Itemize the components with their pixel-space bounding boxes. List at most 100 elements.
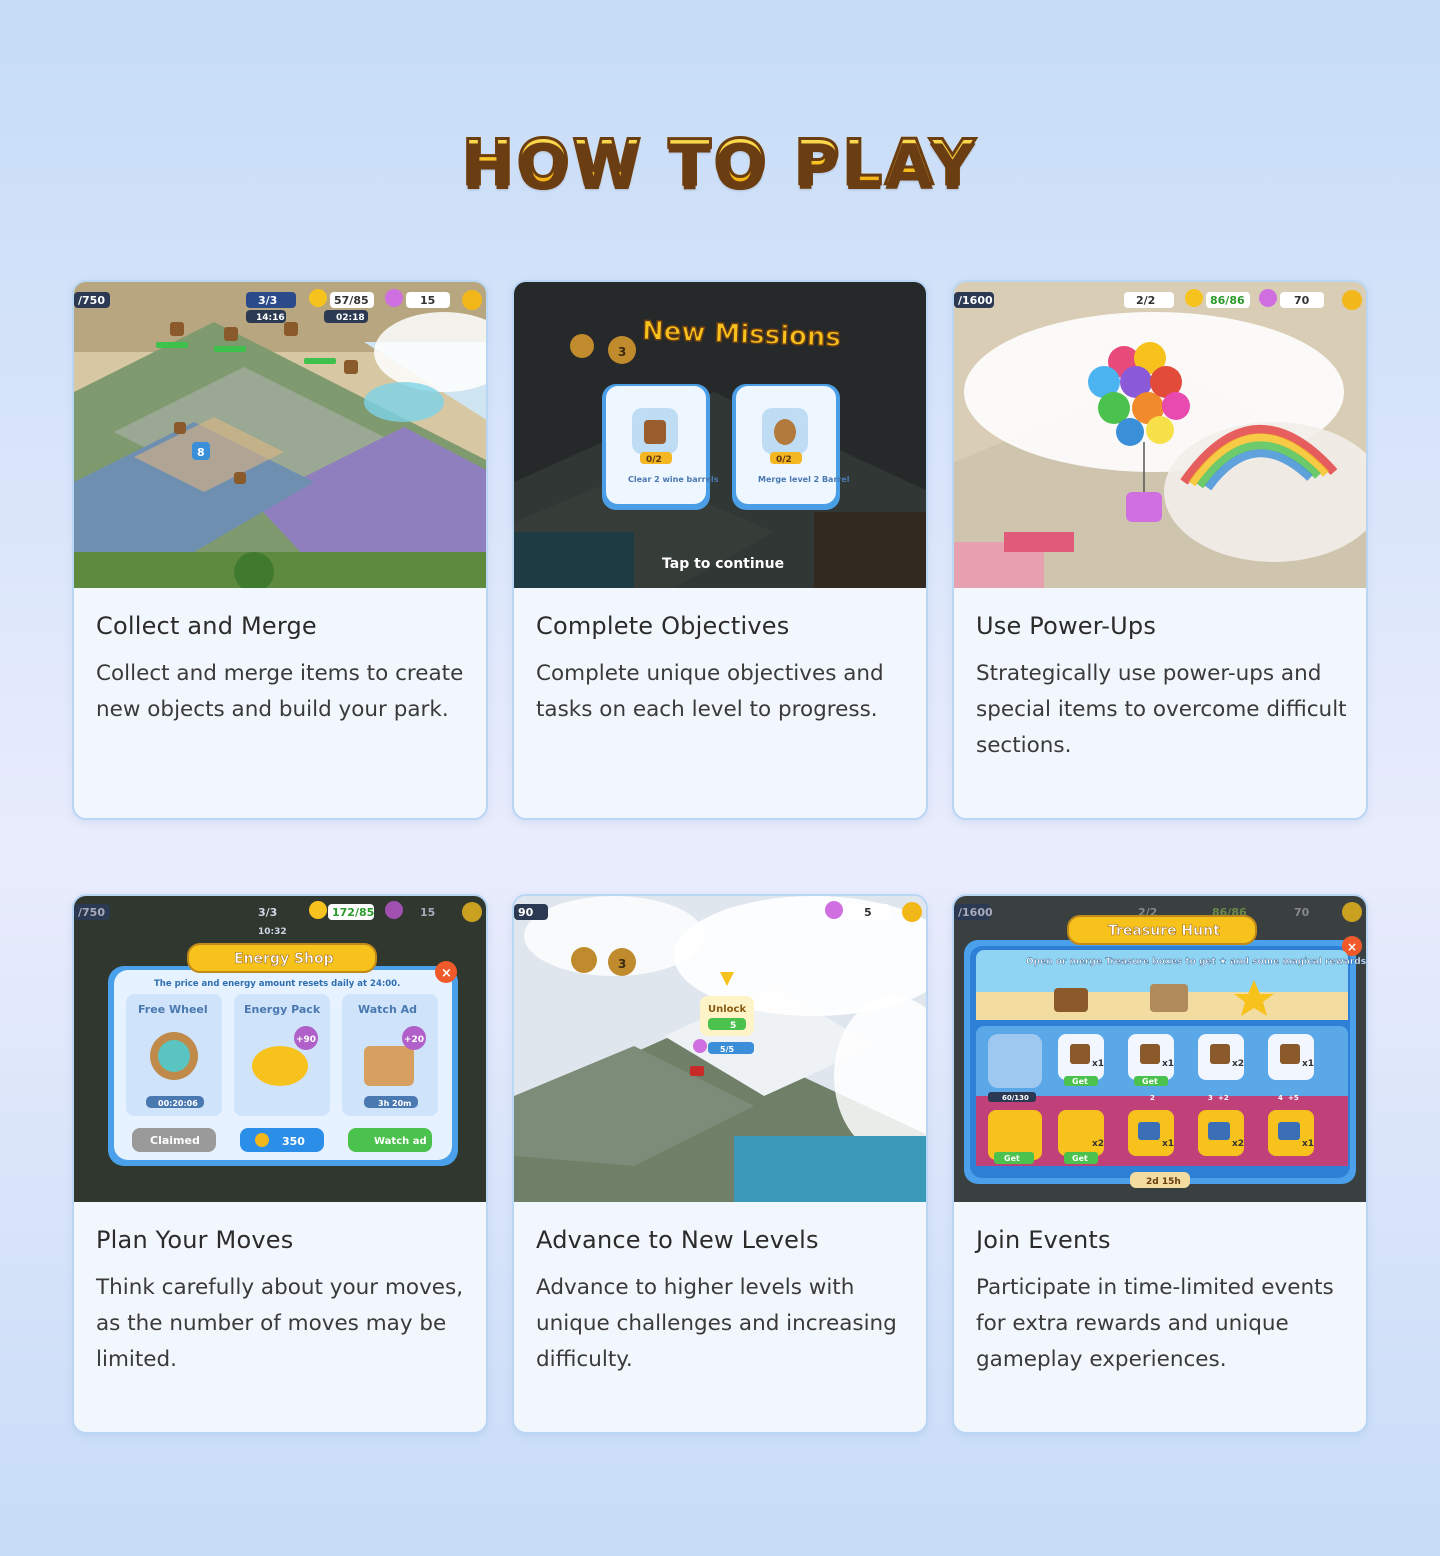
offer-bonus: +90 [296, 1035, 316, 1045]
hud-moves: 2/2 [1136, 294, 1155, 307]
card-advance-to-new-levels: 90 5 3 Unlock 5 5/5 Advance to New Level… [512, 894, 928, 1434]
card-description: Advance to higher levels with unique cha… [536, 1275, 897, 1372]
card-screenshot: 90 5 3 Unlock 5 5/5 [514, 896, 926, 1202]
card-title: Join Events [976, 1226, 1111, 1254]
event-banner-text: Open or merge Treasure boxes to get ★ an… [1026, 957, 1368, 967]
card-complete-objectives: 3 New Missions 0/2 Clear 2 wine barrels … [512, 280, 928, 820]
offer-timer: 3h 20m [378, 1099, 412, 1108]
get-button-label: Get [1072, 1077, 1088, 1086]
unlock-level-illustration: 90 5 3 Unlock 5 5/5 [514, 896, 926, 1202]
card-screenshot: /1600 2/2 86/86 70 Treasure Hunt × Open … [954, 896, 1368, 1202]
offer-free-wheel: Free Wheel 00:20:06 [126, 994, 222, 1116]
hud-left-counter: /1600 [958, 906, 993, 919]
missions-illustration: 3 New Missions 0/2 Clear 2 wine barrels … [514, 282, 926, 588]
unlock-cost: 5 [730, 1021, 736, 1031]
card-title: Complete Objectives [536, 612, 790, 640]
tier-number: 3 [1208, 1094, 1213, 1102]
card-collect-and-merge: /750 3/3 14:16 57/85 02:18 15 8 Collect … [72, 280, 488, 820]
card-title: Use Power-Ups [976, 612, 1157, 640]
svg-text:×: × [1347, 940, 1357, 954]
tap-to-continue[interactable]: Tap to continue [662, 556, 784, 572]
hud-left-counter: /750 [78, 294, 105, 307]
watch-ad-button-label: Watch ad [374, 1136, 427, 1147]
lock-badge: 3 [618, 345, 626, 359]
offer-watch-ad: Watch Ad +20 3h 20m [342, 994, 438, 1116]
panel-title: Treasure Hunt [1108, 923, 1220, 939]
energy-pack-icon [252, 1046, 308, 1086]
reward-qty: x1 [1302, 1139, 1314, 1149]
reward-qty: x1 [1302, 1059, 1314, 1069]
offer-name: Watch Ad [358, 1003, 417, 1016]
card-description: Think carefully about your moves, as the… [96, 1275, 464, 1372]
get-button-label: Get [1072, 1154, 1088, 1163]
energy-icon [1185, 289, 1203, 307]
claimed-button-label: Claimed [150, 1134, 200, 1147]
offer-energy-pack: Energy Pack +90 [234, 994, 330, 1116]
mission-label: Merge level 2 Barrel [758, 475, 850, 484]
card-use-power-ups: /1600 2/2 86/86 70 Use Power-Ups Strateg… [952, 280, 1368, 820]
free-ticket-icon [988, 1034, 1042, 1088]
gem-icon [385, 901, 403, 919]
gem-icon [385, 289, 403, 307]
shop-notice: The price and energy amount resets daily… [154, 979, 400, 989]
hud-moves: 3/3 [258, 294, 277, 307]
offer-bonus: +20 [404, 1035, 424, 1045]
reward-qty: x2 [1092, 1139, 1104, 1149]
energy-icon [309, 289, 327, 307]
card-description: Strategically use power-ups and special … [976, 661, 1347, 758]
hud-gems: 5 [864, 906, 872, 919]
card-description: Participate in time-limited events for e… [976, 1275, 1334, 1372]
coin-icon [255, 1133, 269, 1147]
energy-icon [309, 901, 327, 919]
tier-bonus: +2 [1218, 1094, 1229, 1102]
coin-icon [902, 902, 922, 922]
tier-number: 4 [1278, 1094, 1283, 1102]
panel-title: Energy Shop [234, 951, 334, 967]
hud-gems: 15 [420, 906, 435, 919]
offer-name: Free Wheel [138, 1003, 208, 1016]
card-screenshot: /750 3/3 10:32 172/85 15 Energy Shop × T… [74, 896, 486, 1202]
coin-icon [462, 902, 482, 922]
gem-icon [693, 1039, 707, 1053]
unlock-progress: 5/5 [720, 1045, 734, 1054]
reward-qty: x1 [1162, 1139, 1174, 1149]
hud-left-counter: 90 [518, 906, 534, 919]
mission-label: Clear 2 wine barrels [628, 475, 719, 484]
mission-progress: 0/2 [776, 455, 792, 465]
card-screenshot: /1600 2/2 86/86 70 [954, 282, 1366, 588]
card-join-events: /1600 2/2 86/86 70 Treasure Hunt × Open … [952, 894, 1368, 1434]
treasure-chest-icon [1054, 988, 1088, 1012]
lock-icon [570, 334, 594, 358]
tier-number: 2 [1150, 1094, 1155, 1102]
unlock-button[interactable] [708, 1018, 746, 1030]
page-title: How to Play [0, 124, 1440, 200]
card-title: Plan Your Moves [96, 1226, 294, 1254]
mission-card-2: 0/2 Merge level 2 Barrel [732, 384, 850, 510]
power-ups-illustration: /1600 2/2 86/86 70 [954, 282, 1366, 588]
barrel-icon [774, 419, 796, 445]
ad-stand-icon [364, 1046, 414, 1086]
get-button-label: Get [1004, 1154, 1020, 1163]
hud-energy: 57/85 [334, 294, 369, 307]
reward-qty: x1 [1162, 1059, 1174, 1069]
offer-name: Energy Pack [244, 1003, 321, 1016]
hud-timer-2: 02:18 [336, 313, 365, 323]
hud-gems: 70 [1294, 906, 1310, 919]
coin-icon [462, 290, 482, 310]
avatar-lock-icon [571, 947, 597, 973]
mission-card-1: 0/2 Clear 2 wine barrels [602, 384, 719, 510]
merge-board-illustration: /750 3/3 14:16 57/85 02:18 15 8 [74, 282, 486, 588]
reward-qty: x2 [1232, 1059, 1244, 1069]
hud-gems: 15 [420, 294, 435, 307]
hud-left-counter: /1600 [958, 294, 993, 307]
wine-barrel-icon [644, 420, 666, 444]
mission-progress: 0/2 [646, 455, 662, 465]
gem-icon [825, 901, 843, 919]
mailbox-icon [690, 1066, 704, 1076]
treasure-hunt-illustration: /1600 2/2 86/86 70 Treasure Hunt × Open … [954, 896, 1368, 1202]
card-title: Collect and Merge [96, 612, 317, 640]
hud-timer-1: 10:32 [258, 927, 287, 937]
coin-icon [1342, 902, 1362, 922]
card-screenshot: /750 3/3 14:16 57/85 02:18 15 8 [74, 282, 486, 588]
reward-qty: x1 [1092, 1059, 1104, 1069]
